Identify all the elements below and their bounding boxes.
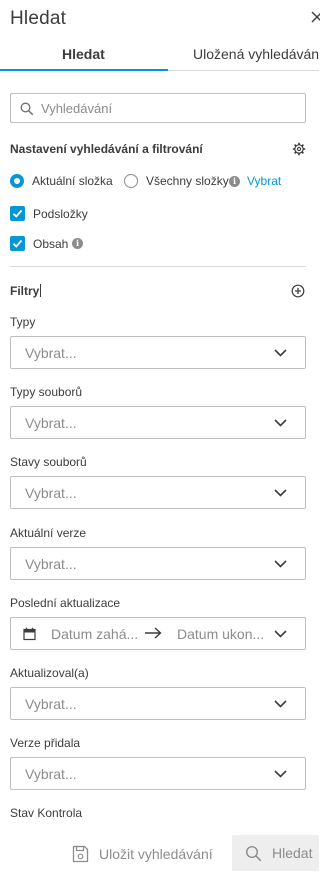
updated-by-select[interactable]: Vybrat...: [10, 687, 306, 720]
search-button[interactable]: Hledat: [232, 835, 319, 871]
date-range-picker[interactable]: Datum zahá... Datum ukon...: [10, 617, 306, 650]
radio-all-folders[interactable]: [124, 174, 138, 188]
review-status-label: Stav Kontrola: [10, 806, 83, 820]
save-search-label: Uložit vyhledávání: [99, 846, 213, 862]
tab-saved-searches[interactable]: Uložená vyhledávání: [193, 46, 320, 62]
scope-radio-group: Aktuální složka Všechny složky i Vybrat: [10, 172, 310, 192]
choose-folders-link[interactable]: Vybrat: [247, 174, 281, 188]
search-icon: [20, 102, 34, 116]
checkmark-icon: [12, 239, 23, 248]
select-placeholder: Vybrat...: [25, 766, 77, 782]
chevron-down-icon: [274, 349, 287, 357]
end-date-input[interactable]: Datum ukon...: [177, 626, 264, 642]
radio-current-folder[interactable]: [10, 174, 24, 188]
chevron-down-icon: [274, 700, 287, 708]
file-states-select[interactable]: Vybrat...: [10, 476, 306, 509]
filters-title: Filtry: [10, 284, 42, 298]
updated-by-label: Aktualizoval(a): [10, 666, 89, 680]
subfolders-checkbox[interactable]: [10, 206, 25, 221]
calendar-icon: [23, 627, 36, 641]
search-icon: [245, 845, 262, 862]
search-input[interactable]: [41, 98, 296, 118]
footer-actions: Uložit vyhledávání Hledat: [0, 833, 319, 875]
content-checkbox[interactable]: [10, 236, 25, 251]
text-cursor: [40, 284, 42, 297]
subfolders-option[interactable]: Podsložky: [10, 206, 210, 224]
types-label: Typy: [10, 315, 36, 329]
start-date-input[interactable]: Datum zahá...: [51, 626, 138, 642]
search-button-label: Hledat: [272, 845, 313, 861]
tab-bar: Hledat Uložená vyhledávání: [0, 44, 320, 71]
add-filter-icon[interactable]: [291, 284, 305, 303]
close-icon[interactable]: [311, 10, 320, 26]
radio-current-folder-label: Aktuální složka: [32, 174, 113, 188]
current-version-select[interactable]: Vybrat...: [10, 547, 306, 580]
version-added-by-label: Verze přidala: [10, 736, 81, 750]
chevron-down-icon: [274, 770, 287, 778]
radio-all-folders-label: Všechny složky: [146, 174, 229, 188]
subfolders-label: Podsložky: [33, 207, 88, 221]
chevron-down-icon: [274, 419, 287, 427]
chevron-down-icon: [274, 489, 287, 497]
gear-icon[interactable]: [292, 142, 306, 161]
current-version-label: Aktuální verze: [10, 526, 87, 540]
chevron-down-icon: [274, 630, 287, 638]
save-icon: [72, 845, 89, 863]
select-placeholder: Vybrat...: [25, 345, 77, 361]
file-types-select[interactable]: Vybrat...: [10, 406, 306, 439]
search-field[interactable]: [10, 93, 306, 123]
checkmark-icon: [12, 209, 23, 218]
panel-title: Hledat: [10, 8, 67, 29]
select-placeholder: Vybrat...: [25, 415, 77, 431]
search-settings-title: Nastavení vyhledávání a filtrování: [10, 142, 203, 156]
chevron-down-icon: [274, 560, 287, 568]
section-divider: [10, 266, 306, 267]
content-option[interactable]: Obsah i: [10, 236, 210, 254]
file-types-label: Typy souborů: [10, 385, 83, 399]
select-placeholder: Vybrat...: [25, 696, 77, 712]
info-icon[interactable]: i: [72, 238, 83, 249]
content-label: Obsah: [33, 237, 69, 251]
save-search-button[interactable]: Uložit vyhledávání: [68, 837, 220, 871]
tab-search[interactable]: Hledat: [62, 46, 105, 62]
info-icon[interactable]: i: [229, 176, 240, 187]
select-placeholder: Vybrat...: [25, 556, 77, 572]
file-states-label: Stavy souborů: [10, 455, 87, 469]
arrow-right-icon: [145, 627, 162, 639]
active-tab-indicator: [0, 69, 168, 71]
filters-title-text: Filtry: [10, 284, 40, 298]
select-placeholder: Vybrat...: [25, 485, 77, 501]
types-select[interactable]: Vybrat...: [10, 336, 306, 369]
version-added-by-select[interactable]: Vybrat...: [10, 757, 306, 790]
last-updated-label: Poslední aktualizace: [10, 596, 121, 610]
